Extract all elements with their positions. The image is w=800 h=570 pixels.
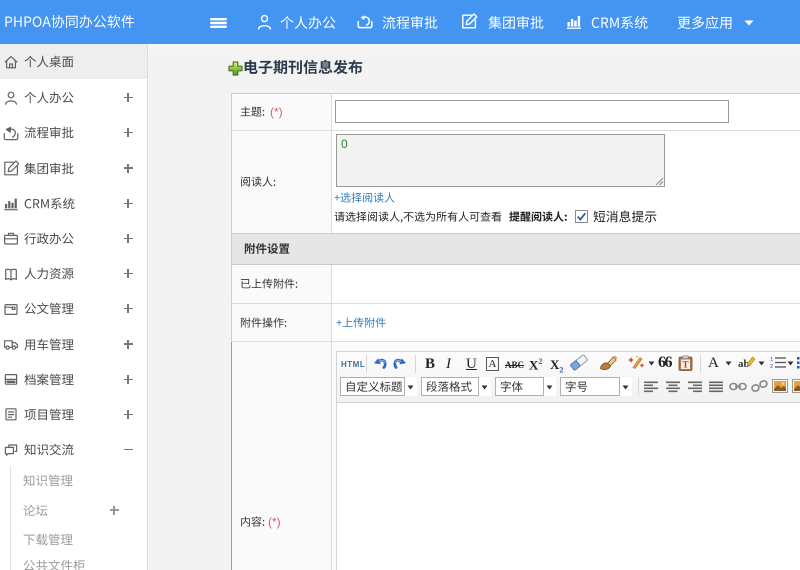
svg-text:2: 2 [770,364,773,369]
svg-text:T: T [682,360,688,370]
svg-text:1: 1 [770,357,773,363]
